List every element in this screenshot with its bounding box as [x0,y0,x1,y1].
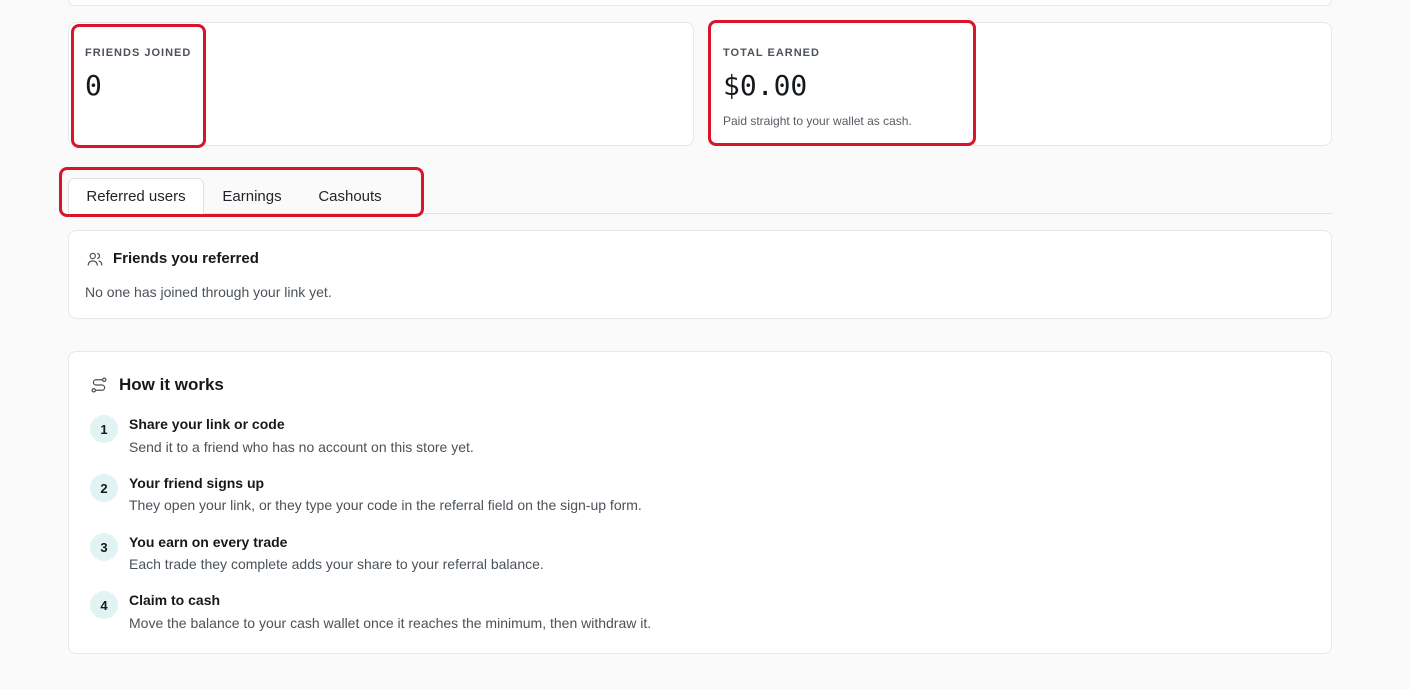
friends-joined-value: 0 [85,69,102,102]
tab-earnings[interactable]: Earnings [208,178,296,214]
friends-joined-label: FRIENDS JOINED [85,47,192,59]
friends-joined-card: FRIENDS JOINED 0 [68,22,694,146]
tab-label: Cashouts [318,187,382,205]
how-it-works-title: How it works [119,375,224,394]
how-it-works-card: How it works 1 Share your link or code S… [68,351,1332,654]
step-2-number: 2 [90,474,118,502]
step-2-desc: They open your link, or they type your c… [129,497,642,513]
total-earned-card: TOTAL EARNED $0.00 Paid straight to your… [708,22,1332,146]
tab-label: Referred users [86,187,186,205]
empty-state-text: No one has joined through your link yet. [85,284,332,300]
step-4-desc: Move the balance to your cash wallet onc… [129,615,652,631]
step-3-desc: Each trade they complete adds your share… [129,556,544,572]
route-icon [91,377,107,393]
tab-label: Earnings [222,187,282,205]
total-earned-note: Paid straight to your wallet as cash. [723,114,912,128]
step-1-desc: Send it to a friend who has no account o… [129,439,474,455]
total-earned-value: $0.00 [723,69,808,102]
step-4-title: Claim to cash [129,592,221,608]
step-3-title: You earn on every trade [129,534,288,550]
tab-referred-users[interactable]: Referred users [68,178,204,214]
previous-card-edge [68,0,1332,6]
users-icon [87,252,103,266]
step-1-number: 1 [90,415,118,443]
friends-referred-title: Friends you referred [113,250,259,267]
step-4-number: 4 [90,591,118,619]
step-1-title: Share your link or code [129,416,285,432]
tab-cashouts[interactable]: Cashouts [302,178,398,214]
friends-referred-card: Friends you referred No one has joined t… [68,230,1332,319]
step-2-title: Your friend signs up [129,475,265,491]
step-3-number: 3 [90,533,118,561]
total-earned-label: TOTAL EARNED [723,47,820,59]
